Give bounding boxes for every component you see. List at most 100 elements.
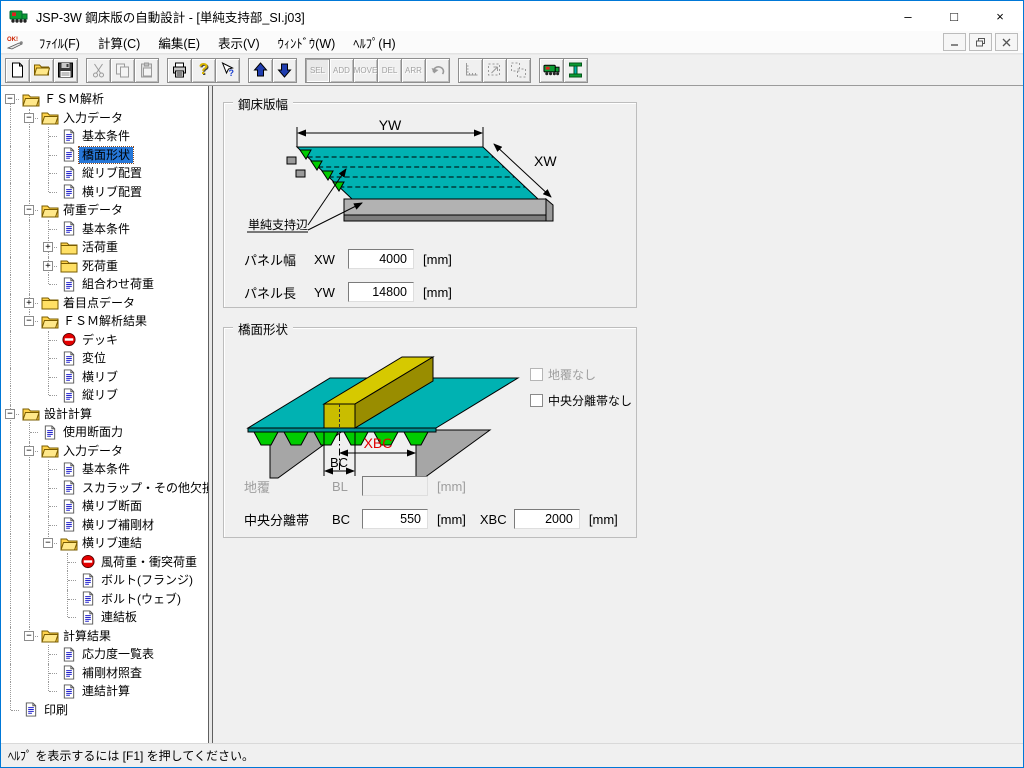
- tree-item[interactable]: 橋面形状: [1, 146, 208, 165]
- tree-item-label[interactable]: 応力度一覧表: [79, 646, 157, 662]
- no-curb-checkbox-input[interactable]: [530, 368, 543, 381]
- tree-item-label[interactable]: 連結板: [98, 609, 140, 625]
- tree-item[interactable]: 基本条件: [1, 127, 208, 146]
- menu-view[interactable]: 表示(V): [209, 31, 269, 54]
- mdi-close-button[interactable]: [995, 33, 1018, 51]
- collapse-toggle-icon[interactable]: −: [5, 94, 15, 104]
- mdi-restore-button[interactable]: [969, 33, 992, 51]
- collapse-toggle-icon[interactable]: −: [24, 205, 34, 215]
- tree-item[interactable]: −荷重データ: [1, 201, 208, 220]
- tree-item-label[interactable]: スカラップ・その他欠損長: [79, 480, 208, 496]
- window-close-button[interactable]: ×: [977, 1, 1023, 31]
- panel-length-input[interactable]: [348, 282, 414, 302]
- help-button[interactable]: ?: [191, 58, 216, 83]
- tree-item-label[interactable]: 基本条件: [79, 128, 133, 144]
- tree-item-label[interactable]: ＦＳＭ解析結果: [60, 313, 150, 329]
- panel-width-input[interactable]: [348, 249, 414, 269]
- collapse-toggle-icon[interactable]: −: [24, 446, 34, 456]
- tree-item-label[interactable]: 活荷重: [79, 239, 121, 255]
- tree-item[interactable]: 連結板: [1, 608, 208, 627]
- tree-item[interactable]: + 活荷重: [1, 238, 208, 257]
- tree-item-label[interactable]: 変位: [79, 350, 109, 366]
- tree-item[interactable]: スカラップ・その他欠損長: [1, 479, 208, 498]
- tree-item-label[interactable]: 入力データ: [60, 443, 126, 459]
- collapse-toggle-icon[interactable]: −: [24, 316, 34, 326]
- section-tool-button[interactable]: [563, 58, 588, 83]
- expand-toggle-icon[interactable]: +: [43, 261, 53, 271]
- no-median-checkbox[interactable]: 中央分離帯なし: [530, 392, 632, 409]
- tree-item-label[interactable]: ボルト(フランジ): [98, 572, 196, 588]
- save-button[interactable]: [53, 58, 78, 83]
- collapse-toggle-icon[interactable]: −: [43, 538, 53, 548]
- no-curb-checkbox[interactable]: 地覆なし: [530, 366, 632, 383]
- tree-item[interactable]: 横リブ断面: [1, 497, 208, 516]
- mdi-minimize-button[interactable]: [943, 33, 966, 51]
- expand-toggle-icon[interactable]: +: [43, 242, 53, 252]
- tree-item-label[interactable]: 横リブ補剛材: [79, 517, 157, 533]
- tree-item[interactable]: 縦リブ: [1, 386, 208, 405]
- tree-item-label[interactable]: 組合わせ荷重: [79, 276, 157, 292]
- tree-item-label[interactable]: 横リブ断面: [79, 498, 145, 514]
- tree-item-label[interactable]: 横リブ配置: [79, 184, 145, 200]
- tree-item[interactable]: 横リブ配置: [1, 183, 208, 202]
- tree-item[interactable]: 補剛材照査: [1, 664, 208, 683]
- tree-item[interactable]: 連結計算: [1, 682, 208, 701]
- print-button[interactable]: [167, 58, 192, 83]
- tree-item[interactable]: − ＦＳＭ解析: [1, 90, 208, 109]
- tree-item[interactable]: 風荷重・衝突荷重: [1, 553, 208, 572]
- tree-item[interactable]: −入力データ: [1, 109, 208, 128]
- tree-item-label[interactable]: 死荷重: [79, 258, 121, 274]
- tree-item-label[interactable]: 印刷: [41, 702, 71, 718]
- menu-window[interactable]: ｳｨﾝﾄﾞｳ(W): [269, 31, 345, 54]
- tree-item[interactable]: 応力度一覧表: [1, 645, 208, 664]
- tree-item-label[interactable]: 風荷重・衝突荷重: [98, 554, 200, 570]
- no-median-checkbox-input[interactable]: [530, 394, 543, 407]
- window-maximize-button[interactable]: □: [931, 1, 977, 31]
- tree-item[interactable]: 縦リブ配置: [1, 164, 208, 183]
- tree-item[interactable]: 組合わせ荷重: [1, 275, 208, 294]
- tree-item-label[interactable]: 縦リブ: [79, 387, 121, 403]
- tree-item[interactable]: − 横リブ連結: [1, 534, 208, 553]
- tree-item[interactable]: + 死荷重: [1, 257, 208, 276]
- tree-item-label[interactable]: ＦＳＭ解析: [41, 91, 107, 107]
- move-down-button[interactable]: [272, 58, 297, 83]
- menu-file[interactable]: ﾌｧｲﾙ(F): [30, 31, 89, 54]
- tree-item[interactable]: 基本条件: [1, 220, 208, 239]
- tree-item-label[interactable]: 基本条件: [79, 461, 133, 477]
- tree-item[interactable]: − ＦＳＭ解析結果: [1, 312, 208, 331]
- expand-toggle-icon[interactable]: +: [24, 298, 34, 308]
- tree-item[interactable]: −設計計算: [1, 405, 208, 424]
- tree-item-label[interactable]: 橋面形状: [79, 147, 133, 163]
- context-help-button[interactable]: ?: [215, 58, 240, 83]
- tree-item[interactable]: 印刷: [1, 701, 208, 720]
- tree-item[interactable]: 変位: [1, 349, 208, 368]
- tree-item-label[interactable]: 横リブ: [79, 369, 121, 385]
- move-up-button[interactable]: [248, 58, 273, 83]
- tree-item[interactable]: ボルト(ウェブ): [1, 590, 208, 609]
- tree-item-label[interactable]: 入力データ: [60, 110, 126, 126]
- tree-item[interactable]: 横リブ: [1, 368, 208, 387]
- open-button[interactable]: [29, 58, 54, 83]
- tree-item[interactable]: − 入力データ: [1, 442, 208, 461]
- menu-help[interactable]: ﾍﾙﾌﾟ(H): [344, 31, 404, 54]
- tree-item-label[interactable]: 横リブ連結: [79, 535, 145, 551]
- menu-calc[interactable]: 計算(C): [89, 31, 149, 54]
- window-minimize-button[interactable]: –: [885, 1, 931, 31]
- tree-item-label[interactable]: 基本条件: [79, 221, 133, 237]
- median-xbc-input[interactable]: [514, 509, 580, 529]
- menu-edit[interactable]: 編集(E): [149, 31, 209, 54]
- tree-item-label[interactable]: 着目点データ: [60, 295, 138, 311]
- tree-item[interactable]: 使用断面力: [1, 423, 208, 442]
- tree-item[interactable]: + 着目点データ: [1, 294, 208, 313]
- tree-item-label[interactable]: 使用断面力: [60, 424, 126, 440]
- tree-item[interactable]: デッキ: [1, 331, 208, 350]
- tree-item-label[interactable]: 計算結果: [60, 628, 114, 644]
- tree-item-label[interactable]: デッキ: [79, 332, 121, 348]
- document-pencil-icon[interactable]: OK!: [6, 35, 24, 50]
- tree-item-label[interactable]: 設計計算: [41, 406, 95, 422]
- tree-item[interactable]: 横リブ補剛材: [1, 516, 208, 535]
- tree-item[interactable]: 基本条件: [1, 460, 208, 479]
- tree-item-label[interactable]: ボルト(ウェブ): [98, 591, 184, 607]
- tree-item[interactable]: ボルト(フランジ): [1, 571, 208, 590]
- tree-item[interactable]: −計算結果: [1, 627, 208, 646]
